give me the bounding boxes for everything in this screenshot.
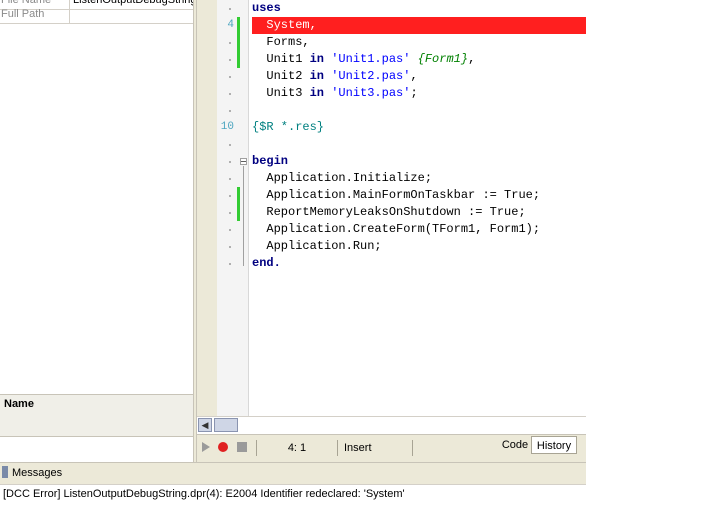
line-marker [229, 229, 231, 231]
code-line[interactable]: Unit1 in 'Unit1.pas' {Form1}, [252, 51, 475, 68]
line-marker [229, 246, 231, 248]
code-token: Unit1 [252, 52, 310, 66]
editor-gutter[interactable] [197, 0, 217, 416]
messages-title: Messages [12, 467, 63, 479]
line-marker [229, 144, 231, 146]
code-line[interactable]: Forms, [252, 34, 309, 51]
line-marker [229, 212, 231, 214]
name-column-header[interactable]: Name [0, 394, 193, 412]
code-token: Unit3 [252, 86, 310, 100]
scroll-left-arrow-icon[interactable]: ◀ [198, 418, 212, 432]
code-token: , [410, 69, 418, 83]
code-line[interactable]: Application.MainFormOnTaskbar := True; [252, 187, 540, 204]
status-divider [337, 440, 338, 456]
line-marker [229, 76, 231, 78]
line-marker [229, 178, 231, 180]
modified-lines-bar [237, 17, 240, 68]
gutter-divider [248, 0, 249, 416]
scrollbar-thumb[interactable] [214, 418, 238, 432]
line-marker [229, 110, 231, 112]
compiler-directive[interactable]: {$R *.res} [252, 119, 324, 136]
string-literal: 'Unit3.pas' [331, 86, 411, 100]
code-line[interactable]: Unit2 in 'Unit2.pas', [252, 68, 418, 85]
property-row-full-path[interactable]: Full Path [0, 6, 193, 24]
code-line[interactable]: Application.Run; [252, 238, 381, 255]
code-line[interactable]: Unit3 in 'Unit3.pas'; [252, 85, 418, 102]
property-key: Full Path [0, 6, 70, 23]
keyword: in [309, 69, 325, 83]
insert-mode-indicator: Insert [344, 442, 372, 454]
fold-minus-icon [241, 161, 246, 162]
status-divider [412, 440, 413, 456]
line-marker [229, 195, 231, 197]
code-line[interactable]: Application.CreateForm(TForm1, Form1); [252, 221, 540, 238]
line-number: 10 [220, 121, 234, 133]
stop-macro-icon[interactable] [237, 442, 247, 452]
keyword: in [309, 52, 325, 66]
keyword: end. [252, 256, 281, 270]
property-value [73, 6, 193, 23]
keyword: begin [252, 154, 289, 168]
code-line-error[interactable]: System, [252, 17, 316, 34]
code-token: ; [410, 86, 418, 100]
panel-grip-icon[interactable] [2, 466, 8, 478]
modified-lines-bar [237, 187, 240, 221]
string-literal: 'Unit2.pas' [331, 69, 411, 83]
horizontal-scrollbar[interactable] [197, 416, 586, 435]
error-message[interactable]: [DCC Error] ListenOutputDebugString.dpr(… [3, 484, 405, 504]
string-literal: 'Unit1.pas' [331, 52, 411, 66]
line-marker [229, 59, 231, 61]
play-macro-icon[interactable] [202, 442, 210, 452]
code-line-end[interactable]: end. [252, 255, 281, 272]
code-line[interactable]: Application.Initialize; [252, 170, 432, 187]
line-number-column [217, 0, 237, 416]
line-marker [229, 263, 231, 265]
record-macro-icon[interactable] [218, 442, 228, 452]
tab-history[interactable]: History [531, 436, 577, 454]
tab-code[interactable]: Code [499, 437, 531, 454]
status-divider [256, 440, 257, 456]
code-line-uses[interactable]: uses [252, 0, 281, 17]
line-marker [229, 8, 231, 10]
line-marker [229, 161, 231, 163]
keyword: uses [252, 1, 281, 15]
comment: {Form1} [417, 52, 469, 66]
cursor-position: 4: 1 [287, 442, 307, 454]
line-marker [229, 42, 231, 44]
fold-guide-line [243, 166, 244, 266]
keyword: in [309, 86, 325, 100]
code-line-begin[interactable]: begin [252, 153, 288, 170]
name-panel-body [0, 412, 193, 437]
messages-panel-header [0, 462, 586, 485]
project-properties-panel: File Name ListenOutputDebugString.dproj … [0, 0, 193, 462]
code-token: , [468, 52, 476, 66]
line-number: 4 [227, 19, 234, 31]
code-line[interactable]: ReportMemoryLeaksOnShutdown := True; [252, 204, 525, 221]
code-token: Unit2 [252, 69, 310, 83]
line-marker [229, 93, 231, 95]
